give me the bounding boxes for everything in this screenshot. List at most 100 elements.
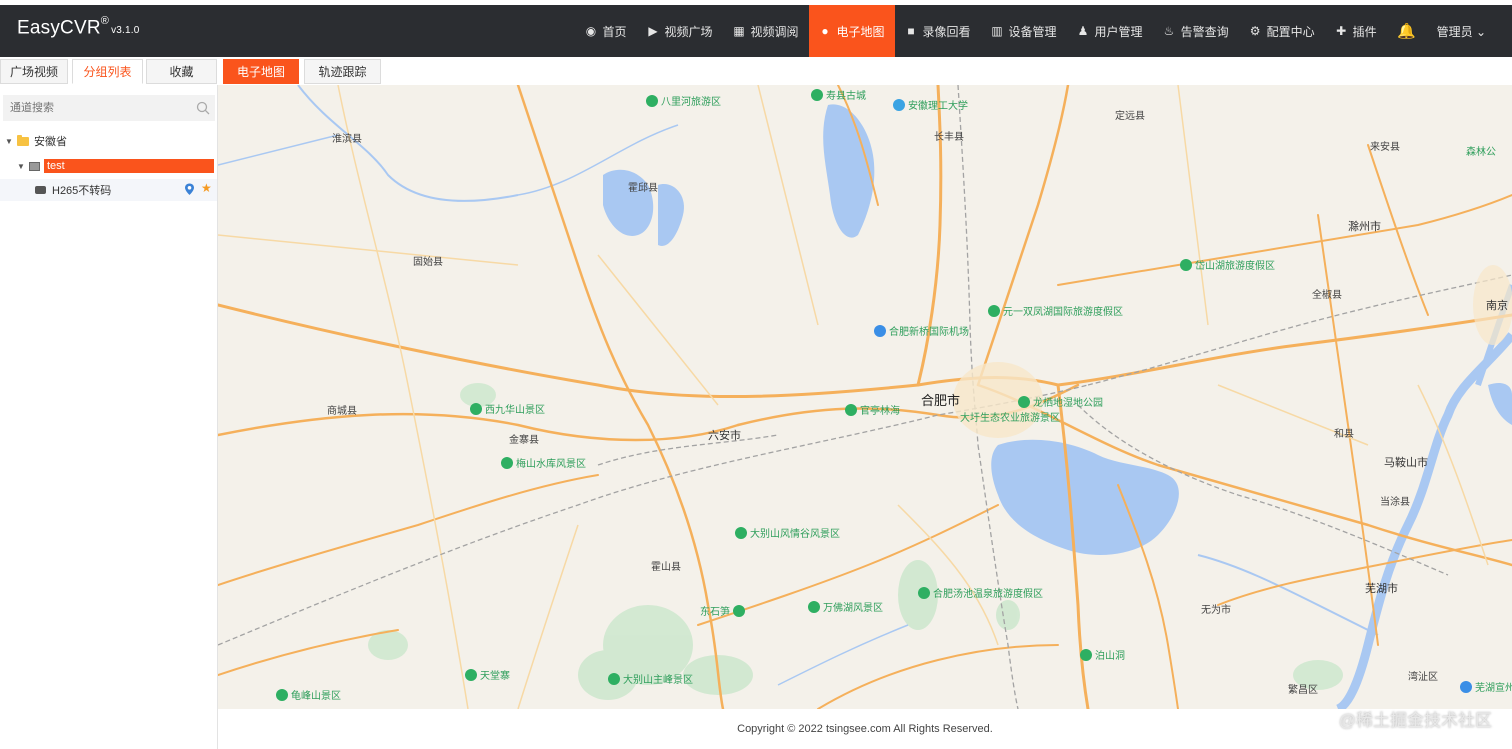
poi-dongshi[interactable]: 东石笋: [700, 603, 745, 618]
school-icon: [893, 98, 905, 111]
poi-guitou[interactable]: 龟峰山景区: [276, 687, 341, 702]
video-camera-icon: ■: [907, 24, 915, 38]
poi-bali[interactable]: 八里河旅游区: [646, 93, 721, 108]
poi-label: 芜湖宣州: [1475, 683, 1512, 694]
nav-plugins[interactable]: ✚ 插件: [1325, 5, 1387, 57]
nav-video-plaza[interactable]: ▶ 视频广场: [636, 5, 722, 57]
nav-recording-playback[interactable]: ■ 录像回看: [895, 5, 981, 57]
caret-down-icon[interactable]: ▼: [16, 162, 26, 171]
map-label-wuwei: 无为市: [1201, 605, 1231, 616]
nav-electronic-map[interactable]: ● 电子地图: [808, 5, 895, 57]
poi-zhongshan[interactable]: 泊山洞: [1080, 647, 1125, 662]
nav-video-review[interactable]: ▦ 视频调阅: [722, 5, 808, 57]
poi-wanfo[interactable]: 万佛湖风景区: [808, 599, 883, 614]
nav-label: 视频调阅: [750, 24, 799, 39]
nav-alarm-query[interactable]: ♨ 告警查询: [1153, 5, 1239, 57]
nav-label: 设备管理: [1008, 24, 1057, 39]
park-icon: [845, 403, 857, 416]
nav-user-management[interactable]: ♟ 用户管理: [1067, 5, 1153, 57]
park-icon: [808, 600, 820, 613]
poi-label: 官亭林海: [860, 406, 900, 417]
dashboard-icon: ◉: [585, 24, 597, 38]
tree-node-province[interactable]: ▼ 安徽省: [4, 132, 67, 150]
page-footer: Copyright © 2022 tsingsee.com All Rights…: [218, 709, 1512, 749]
nav-label: 配置中心: [1266, 24, 1315, 39]
park-icon: [1080, 648, 1092, 661]
map-canvas[interactable]: 合肥市 六安市 滁州市 马鞍山市 芜湖市 南京 长丰县 定远县 来安县 全椒县 …: [218, 85, 1512, 709]
camera-icon: [35, 186, 46, 194]
park-icon: [608, 672, 620, 685]
map-label-jinzhai: 金寨县: [509, 435, 539, 446]
locate-icon[interactable]: [184, 183, 195, 196]
poi-anhui-univ[interactable]: 安徽理工大学: [893, 97, 968, 112]
map-label-dangtu: 当涂县: [1380, 497, 1410, 508]
tab-track[interactable]: 轨迹跟踪: [304, 59, 381, 84]
brand-name: EasyCVR: [17, 17, 101, 39]
grid-icon: ▦: [733, 24, 745, 38]
map-label-huoqiu: 霍邱县: [628, 183, 658, 194]
lakes: [603, 104, 1512, 555]
gear-icon: ⚙: [1249, 24, 1261, 38]
poi-senlin[interactable]: 森林公: [1466, 143, 1496, 158]
tab-plaza-video[interactable]: 广场视频: [0, 59, 68, 84]
park-icon: [918, 586, 930, 599]
poi-lugang[interactable]: 龙栖地湿地公园: [1018, 394, 1103, 409]
notification-bell[interactable]: 🔔: [1387, 5, 1427, 57]
tab-favorites[interactable]: 收藏: [146, 59, 217, 84]
map-label-chuzhou: 滁州市: [1348, 221, 1381, 233]
map-label-shangcheng: 商城县: [327, 406, 357, 417]
poi-guanting[interactable]: 官亭林海: [845, 402, 900, 417]
caret-down-icon[interactable]: ▼: [4, 137, 14, 146]
poi-luochi[interactable]: 大圩生态农业旅游景区: [960, 409, 1060, 424]
nav-label: 视频广场: [664, 24, 713, 39]
tree-node-group[interactable]: ▼ test: [16, 157, 214, 175]
poi-label: 大别山主峰景区: [623, 675, 693, 686]
poi-tiantang[interactable]: 天堂寨: [465, 667, 510, 682]
top-navbar: EasyCVR®v3.1.0 ◉ 首页 ▶ 视频广场 ▦ 视频调阅 ● 电子地图 ■ 录像…: [0, 5, 1512, 57]
poi-hefei-airport[interactable]: 合肥新桥国际机场: [874, 323, 969, 338]
tab-electronic-map[interactable]: 电子地图: [223, 59, 299, 84]
poi-label: 西九华山景区: [485, 405, 545, 416]
poi-xijiuhua[interactable]: 西九华山景区: [470, 401, 545, 416]
star-icon[interactable]: ★: [201, 181, 212, 195]
poi-wuhu-airport[interactable]: 芜湖宣州: [1460, 679, 1512, 694]
nav-label: 插件: [1352, 24, 1377, 39]
park-icon: [811, 88, 823, 101]
poi-meishan[interactable]: 梅山水库风景区: [501, 455, 586, 470]
nav-config-center[interactable]: ⚙ 配置中心: [1239, 5, 1325, 57]
poi-label: 安徽理工大学: [908, 101, 968, 112]
device-icon: ▥: [991, 24, 1003, 38]
location-icon: ●: [821, 24, 829, 38]
poi-label: 元一双凤湖国际旅游度假区: [1003, 307, 1123, 318]
park-icon: [470, 402, 482, 415]
poi-shouxian[interactable]: 寿县古城: [811, 87, 866, 102]
poi-daishan[interactable]: 岱山湖旅游度假区: [1180, 257, 1275, 272]
folder-icon: [17, 134, 29, 146]
poi-yuanyi[interactable]: 元一双凤湖国际旅游度假区: [988, 303, 1123, 318]
tree-node-device[interactable]: H265不转码 ★: [0, 179, 217, 201]
user-menu-label: 管理员 ⌄: [1436, 24, 1486, 39]
nav-home[interactable]: ◉ 首页: [574, 5, 636, 57]
poi-label: 森林公: [1466, 147, 1496, 158]
tree-node-label: test: [44, 159, 214, 173]
registered-mark: ®: [100, 15, 110, 27]
poi-label: 东石笋: [700, 607, 730, 618]
airport-icon: [874, 324, 886, 337]
nav-device-management[interactable]: ▥ 设备管理: [981, 5, 1067, 57]
poi-label: 岱山湖旅游度假区: [1195, 261, 1275, 272]
map-label-fanchang: 繁昌区: [1288, 685, 1318, 696]
app-logo[interactable]: EasyCVR®v3.1.0: [17, 15, 140, 39]
park-icon: [1018, 395, 1030, 408]
map-graphics: [218, 85, 1512, 709]
tab-group-list[interactable]: 分组列表: [72, 59, 143, 84]
poi-dabie-main[interactable]: 大别山主峰景区: [608, 671, 693, 686]
tree-node-label: 安徽省: [34, 136, 67, 148]
poi-dabie-valley[interactable]: 大别山风情谷风景区: [735, 525, 840, 540]
poi-tangchi[interactable]: 合肥汤池温泉旅游度假区: [918, 585, 1043, 600]
map-label-wanzhi: 湾沚区: [1408, 672, 1438, 683]
tab-bar: 广场视频 分组列表 收藏 电子地图 轨迹跟踪: [0, 58, 1512, 85]
search-icon[interactable]: [196, 101, 210, 115]
user-menu[interactable]: 管理员 ⌄: [1427, 5, 1512, 57]
channel-search-input[interactable]: [3, 95, 215, 121]
park-icon: [465, 668, 477, 681]
